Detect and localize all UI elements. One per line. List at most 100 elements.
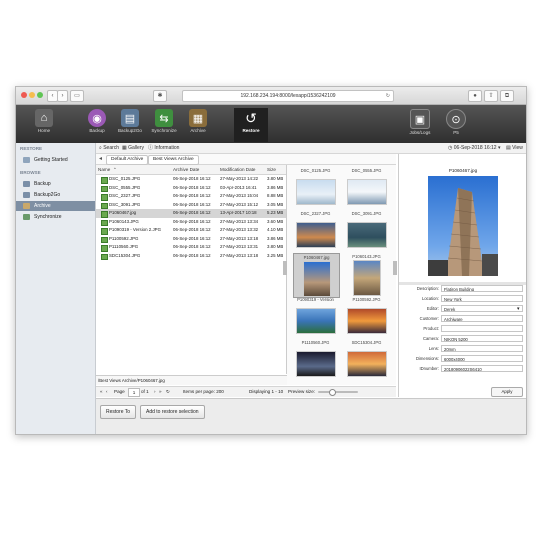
metadata-row: Dimensions: 6000x4000	[399, 355, 526, 363]
metadata-field[interactable]: Derek	[441, 305, 523, 312]
table-row[interactable]: DSC_3091.JPG 06-Sep-2018 16:12 27-May-2013…	[96, 201, 286, 209]
page-input[interactable]: 1	[128, 388, 140, 397]
zoom-dot-icon[interactable]	[37, 92, 43, 98]
download-icon[interactable]: ●	[468, 90, 482, 102]
gallery-icon: ▦	[122, 145, 127, 151]
table-row[interactable]: P1100592.JPG 06-Sep-2018 16:12 27-May-2013…	[96, 235, 286, 243]
restore-to-button[interactable]: Restore To	[100, 405, 137, 419]
toolbar-restore[interactable]: ↺ Restore	[234, 108, 268, 142]
tabs-icon[interactable]: ⧉	[500, 90, 514, 102]
table-cell: 3.60 MB	[267, 218, 284, 224]
dropdown-icon[interactable]: ▾	[517, 305, 520, 313]
toolbar-backup2go[interactable]: ▤ Backup2Go	[113, 108, 147, 142]
reload-icon[interactable]: ↻	[386, 91, 390, 101]
sidebar-item-synchronize[interactable]: Synchronize	[16, 212, 95, 222]
metadata-field[interactable]: 20mm	[441, 345, 523, 352]
table-row[interactable]: DSC_0125.JPG 06-Sep-2018 16:12 27-May-2013…	[96, 175, 286, 184]
table-row[interactable]: P1090319 - Version 2.JPG 06-Sep-2018 16:1…	[96, 226, 286, 235]
slider-handle[interactable]	[329, 389, 336, 396]
table-row[interactable]: DSC_2327.JPG 06-Sep-2018 16:12 27-May-2013…	[96, 192, 286, 201]
forward-icon[interactable]: ›	[57, 90, 68, 102]
thumbnail-item[interactable]: P1060467.jpg	[293, 253, 340, 298]
table-row[interactable]: P1060467.jpg 06-Sep-2018 16:12 13-Apr-2017…	[96, 209, 286, 218]
toolbar-backup[interactable]: ◉ Backup	[80, 108, 114, 142]
sort-asc-icon[interactable]: ⌃	[113, 165, 117, 174]
thumbnail-item[interactable]: DSC_3091.JPG	[344, 210, 389, 248]
breadcrumb-item[interactable]: Best Views Archive	[148, 155, 199, 165]
share-icon[interactable]: ⇧	[484, 90, 498, 102]
breadcrumb-back-icon[interactable]: ◂	[99, 154, 102, 164]
sidebar-item-archive[interactable]: Archive	[16, 201, 95, 211]
metadata-field[interactable]: Flatiron Building	[441, 285, 523, 292]
prev-page-icon[interactable]: ‹	[106, 387, 108, 397]
sidebar-item-getting-started[interactable]: Getting Started	[16, 155, 95, 165]
last-page-icon[interactable]: »	[159, 387, 162, 397]
minimize-dot-icon[interactable]	[29, 92, 35, 98]
table-row[interactable]: P1060143.JPG 06-Sep-2018 16:12 27-May-2013…	[96, 218, 286, 226]
thumbnail-item[interactable]: P1090319 - Version	[293, 296, 338, 334]
sidebar-item-backup[interactable]: Backup	[16, 179, 95, 189]
metadata-label: Location:	[422, 296, 439, 301]
sidebar-toggle-icon[interactable]: ▭	[70, 90, 84, 102]
table-row[interactable]: SDC15304.JPG 06-Sep-2018 16:12 27-May-2013…	[96, 252, 286, 260]
first-page-icon[interactable]: «	[100, 387, 103, 397]
items-per-page[interactable]: Items per page: 200	[183, 387, 224, 397]
url-bar[interactable]: 192.168.234.194:8000/lexappi1536242109 ↻	[182, 90, 394, 102]
metadata-field[interactable]	[441, 325, 523, 332]
collapse-left-icon[interactable]	[283, 261, 287, 275]
browser-chrome: ‹ › ▭ ✱ 192.168.234.194:8000/lexappi1536…	[16, 87, 526, 105]
metadata-field[interactable]: New York	[441, 295, 523, 302]
toolbar-jobs-logs[interactable]: ▣ Jobs/Logs	[400, 108, 440, 142]
collapse-right-icon[interactable]	[393, 261, 397, 275]
thumbnail-item[interactable]: DSC_0555.JPG	[344, 167, 389, 205]
date-selector[interactable]: ◷ 06-Sep-2018 16:12 ▾	[448, 143, 500, 153]
table-cell: 27-May-2013 13:31	[220, 244, 259, 249]
toolbar-label: Archive	[190, 128, 206, 133]
table-cell: 03-Apr-2013 16:41	[220, 184, 257, 190]
thumbnail-item[interactable]: P1100592.JPG	[344, 296, 389, 334]
table-cell: 3.86 MB	[267, 235, 284, 241]
thumbnail-image	[352, 260, 381, 296]
metadata-field[interactable]: 20180906022S6410	[441, 365, 523, 372]
toolbar-label: Home	[37, 128, 51, 133]
toolbar-home[interactable]: ⌂ Home	[27, 108, 61, 142]
gallery-button[interactable]: ▦ Gallery	[122, 143, 144, 153]
next-page-icon[interactable]: ›	[154, 387, 156, 397]
accessibility-icon[interactable]: ✱	[153, 90, 167, 102]
column-modification-date[interactable]: Modification Date	[220, 165, 256, 174]
close-dot-icon[interactable]	[21, 92, 27, 98]
thumbnail-item[interactable]: P1060143.JPG	[344, 253, 389, 296]
toolbar-p5[interactable]: ⊙ P5	[439, 108, 473, 142]
metadata-field[interactable]: NIKON 5200	[441, 335, 523, 342]
thumbnail-item[interactable]: DSC_0125.JPG	[293, 167, 338, 205]
metadata-field[interactable]: 6000x4000	[441, 355, 523, 362]
table-cell: DSC_2327.JPG	[109, 193, 141, 198]
backup-icon: ◉	[88, 109, 106, 127]
refresh-icon[interactable]: ↻	[166, 387, 170, 397]
toolbar-archive[interactable]: ▦ Archive	[181, 108, 215, 142]
add-to-restore-button[interactable]: Add to restore selection	[140, 405, 205, 419]
column-size[interactable]: Size	[267, 165, 276, 174]
toolbar-synchronize[interactable]: ⇆ Synchronize	[147, 108, 181, 142]
apply-button[interactable]: Apply	[491, 387, 523, 397]
table-row[interactable]: P1110560.JPG 06-Sep-2018 16:12 27-May-2013…	[96, 243, 286, 252]
view-button[interactable]: ▤ View	[506, 143, 523, 153]
thumbnail-image	[295, 351, 336, 377]
column-name[interactable]: Name	[98, 165, 110, 174]
pager: « ‹ Page 1 of 1 › » ↻ Items per page: 20…	[96, 386, 396, 397]
breadcrumb-item[interactable]: Default Archive	[106, 155, 149, 165]
information-button[interactable]: ⓘ Information	[148, 143, 179, 153]
preview-size-slider[interactable]	[318, 391, 358, 393]
column-archive-date[interactable]: Archive Date	[173, 165, 199, 174]
thumbnail-item[interactable]: P1110560.JPG	[293, 339, 338, 377]
table-cell: 27-May-2013 13:18	[220, 252, 259, 258]
backup2go-icon: ▤	[121, 109, 139, 127]
backup2go-icon	[23, 192, 30, 198]
thumbnail-item[interactable]: SDC15304.JPG	[344, 339, 389, 377]
table-row[interactable]: DSC_0555.JPG 06-Sep-2018 16:12 03-Apr-2013…	[96, 184, 286, 192]
thumbnail-image	[346, 351, 387, 377]
search-button[interactable]: ⌕ Search	[99, 143, 119, 153]
metadata-field[interactable]: Archiware	[441, 315, 523, 322]
sidebar-item-backup2go[interactable]: Backup2Go	[16, 190, 95, 200]
thumbnail-item[interactable]: DSC_2327.JPG	[293, 210, 338, 248]
